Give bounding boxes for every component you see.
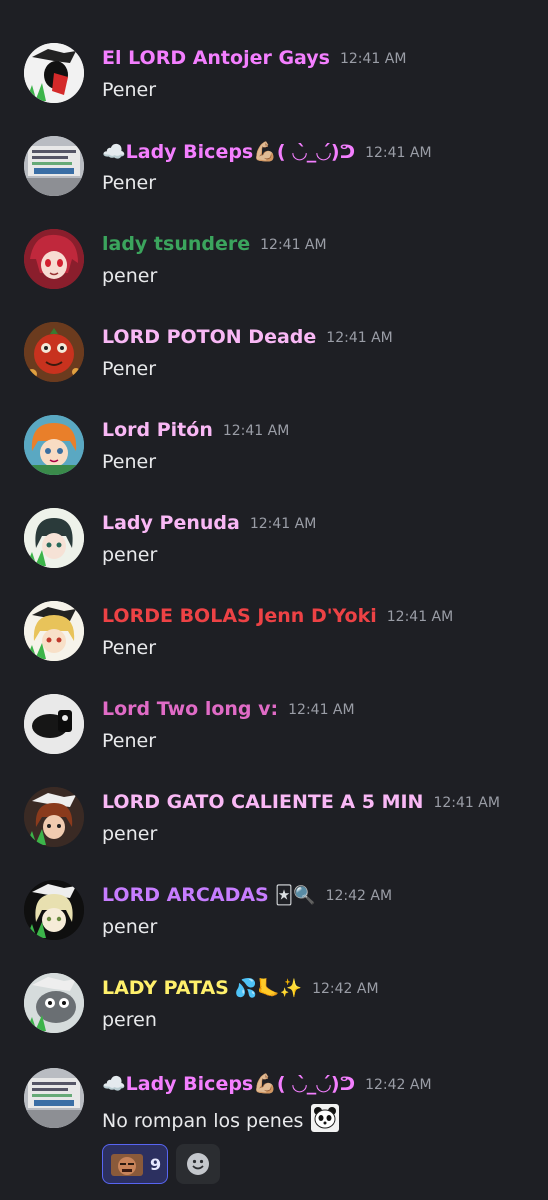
- message-text: Pener: [102, 358, 157, 380]
- message[interactable]: LORDE BOLAS Jenn D'Yoki 12:41 AM Pener: [0, 601, 548, 694]
- message-text: peren: [102, 1009, 157, 1031]
- username[interactable]: Lady Penuda: [102, 512, 240, 534]
- cartoon-tomato-avatar-icon: [24, 322, 84, 382]
- message[interactable]: ☁️Lady Biceps💪🏼( ◡̀_◡́)ᕤ 12:41 AM Pener: [0, 136, 548, 229]
- username[interactable]: Lord Two long v:: [102, 698, 278, 720]
- avatar[interactable]: [24, 601, 84, 661]
- message-text: Pener: [102, 451, 157, 473]
- dark-object-avatar-icon: [24, 694, 84, 754]
- anime-dark-hair-avatar-icon: [24, 508, 84, 568]
- message[interactable]: lady tsundere 12:41 AM pener: [0, 229, 548, 322]
- avatar[interactable]: [24, 43, 84, 103]
- anime-brown-hair-avatar-icon: [24, 787, 84, 847]
- timestamp: 12:41 AM: [386, 609, 454, 625]
- reaction-count: 9: [150, 1155, 162, 1174]
- avatar[interactable]: [24, 1068, 84, 1128]
- sign-photo-avatar-icon: [24, 1068, 84, 1128]
- message-text: No rompan los penes: [102, 1104, 340, 1132]
- username-emojis: 🃏🔍: [274, 885, 316, 906]
- timestamp: 12:41 AM: [326, 330, 393, 346]
- timestamp: 12:41 AM: [260, 237, 327, 253]
- timestamp: 12:41 AM: [365, 145, 432, 161]
- manga-portrait-avatar-icon: [24, 43, 84, 103]
- message-text: pener: [102, 823, 158, 845]
- timestamp: 12:42 AM: [312, 981, 379, 997]
- message[interactable]: Lord Pitón 12:41 AM Pener: [0, 415, 548, 508]
- message[interactable]: El LORD Antojer Gays 12:41 AM Pener: [0, 43, 548, 136]
- username[interactable]: LADY PATAS: [102, 977, 229, 999]
- cartoon-creature-avatar-icon: [24, 973, 84, 1033]
- avatar[interactable]: [24, 787, 84, 847]
- message-text: pener: [102, 544, 158, 566]
- message[interactable]: ☁️Lady Biceps💪🏼( ◡̀_◡́)ᕤ 12:42 AM No romp…: [0, 1068, 548, 1161]
- timestamp: 12:41 AM: [249, 516, 317, 532]
- message[interactable]: LORD GATO CALIENTE A 5 MIN 12:41 AM pener: [0, 787, 548, 880]
- anime-pale-hair-avatar-icon: [24, 880, 84, 940]
- timestamp: 12:41 AM: [339, 51, 407, 67]
- message[interactable]: LORD ARCADAS 🃏🔍 12:42 AM pener: [0, 880, 548, 973]
- timestamp: 12:41 AM: [222, 423, 290, 439]
- message[interactable]: Lady Penuda 12:41 AM pener: [0, 508, 548, 601]
- username[interactable]: ☁️Lady Biceps💪🏼( ◡̀_◡́)ᕤ: [102, 1073, 355, 1095]
- avatar[interactable]: [24, 229, 84, 289]
- username[interactable]: LORDE BOLAS Jenn D'Yoki: [102, 605, 377, 627]
- reaction-chip[interactable]: 9: [102, 1144, 168, 1184]
- username[interactable]: lady tsundere: [102, 233, 250, 255]
- message[interactable]: Lord Two long v: 12:41 AM Pener: [0, 694, 548, 787]
- message-text: pener: [102, 265, 158, 287]
- message-text: Pener: [102, 637, 157, 659]
- username[interactable]: El LORD Antojer Gays: [102, 47, 330, 69]
- sign-photo-avatar-icon: [24, 136, 84, 196]
- message-text-content: No rompan los penes: [102, 1110, 304, 1132]
- avatar[interactable]: [24, 694, 84, 754]
- avatar[interactable]: [24, 322, 84, 382]
- avatar[interactable]: [24, 415, 84, 475]
- avatar[interactable]: [24, 508, 84, 568]
- man-face-emoji-icon: [111, 1154, 143, 1176]
- smiley-add-icon: [187, 1153, 209, 1175]
- username[interactable]: LORD POTON Deade: [102, 326, 316, 348]
- username[interactable]: LORD ARCADAS: [102, 884, 269, 906]
- message[interactable]: LADY PATAS 💦🦶✨ 12:42 AM peren: [0, 973, 548, 1066]
- username[interactable]: ☁️Lady Biceps💪🏼( ◡̀_◡́)ᕤ: [102, 141, 355, 163]
- avatar[interactable]: [24, 880, 84, 940]
- message-text: Pener: [102, 730, 157, 752]
- avatar[interactable]: [24, 136, 84, 196]
- message[interactable]: LORD POTON Deade 12:41 AM Pener: [0, 322, 548, 415]
- add-reaction-button[interactable]: [176, 1144, 220, 1184]
- username[interactable]: Lord Pitón: [102, 419, 213, 441]
- timestamp: 12:41 AM: [288, 702, 355, 718]
- username[interactable]: LORD GATO CALIENTE A 5 MIN: [102, 791, 423, 813]
- timestamp: 12:42 AM: [325, 888, 393, 904]
- anime-blonde-avatar-icon: [24, 601, 84, 661]
- panda-sticker-icon: [311, 1104, 340, 1132]
- avatar[interactable]: [24, 973, 84, 1033]
- anime-redhead-avatar-icon: [24, 229, 84, 289]
- timestamp: 12:42 AM: [365, 1077, 432, 1093]
- username-emojis: 💦🦶✨: [234, 978, 303, 999]
- message-text: pener: [102, 916, 158, 938]
- message-text: Pener: [102, 172, 157, 194]
- anime-orange-hair-avatar-icon: [24, 415, 84, 475]
- timestamp: 12:41 AM: [433, 795, 500, 811]
- message-text: Pener: [102, 79, 157, 101]
